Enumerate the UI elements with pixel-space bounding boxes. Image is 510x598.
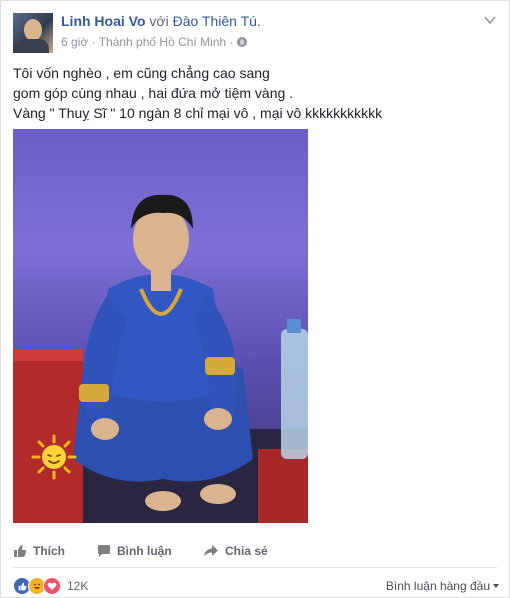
- post-card: Linh Hoai Vo với Đào Thiên Tú. 6 giờ · T…: [0, 0, 510, 598]
- comment-button[interactable]: Bình luận: [97, 537, 172, 565]
- post-header: Linh Hoai Vo với Đào Thiên Tú.: [61, 13, 261, 29]
- reactions-summary[interactable]: 12K: [13, 577, 88, 595]
- red-stool-right: [258, 449, 308, 523]
- action-divider: [13, 567, 497, 568]
- share-label: Chia sẻ: [225, 544, 268, 558]
- author-name[interactable]: Linh Hoai Vo: [61, 13, 146, 29]
- share-button[interactable]: Chia sẻ: [203, 537, 268, 565]
- share-arrow-icon: [204, 545, 218, 557]
- chevron-down-icon[interactable]: [483, 13, 497, 27]
- author-avatar[interactable]: [13, 13, 53, 53]
- comment-label: Bình luận: [117, 544, 172, 558]
- meta-separator: ·: [91, 35, 96, 49]
- water-bottle: [281, 329, 308, 459]
- post-meta: 6 giờ · Thành phố Hồ Chí Minh ·: [61, 35, 247, 49]
- avatar-face: [24, 19, 42, 41]
- sort-label: Bình luận hàng đầu: [385, 579, 490, 593]
- post-text: Tôi vốn nghèo , em cũng chẳng cao sang g…: [13, 63, 493, 123]
- gold-bracelet-right: [205, 357, 235, 375]
- post-time[interactable]: 6 giờ: [61, 35, 88, 49]
- post-text-line: Vàng " Thuỵ Sĩ " 10 ngàn 8 chỉ mại vô , …: [13, 105, 383, 121]
- avatar-body: [17, 39, 49, 53]
- reaction-count[interactable]: 12K: [67, 579, 88, 593]
- love-icon: [43, 577, 61, 595]
- tagged-person[interactable]: Đào Thiên Tú.: [173, 13, 261, 29]
- thumbs-up-icon: [14, 545, 27, 557]
- post-text-line: gom góp cùng nhau , hai đứa mở tiệm vàng…: [13, 85, 294, 101]
- post-text-line: Tôi vốn nghèo , em cũng chẳng cao sang: [13, 65, 270, 81]
- gold-bracelet-left: [79, 384, 109, 402]
- like-button[interactable]: Thích: [13, 537, 65, 565]
- person-hand-right: [204, 408, 232, 430]
- comment-icon: [98, 545, 110, 557]
- like-label: Thích: [33, 544, 65, 558]
- sun-emoji-icon: [31, 434, 77, 480]
- action-bar: Thích Bình luận Chia sẻ: [13, 537, 497, 565]
- post-location[interactable]: Thành phố Hồ Chí Minh: [99, 35, 226, 49]
- comment-sort-dropdown[interactable]: Bình luận hàng đầu: [386, 579, 499, 593]
- caret-down-icon: [493, 584, 499, 588]
- person-hand-left: [91, 418, 119, 440]
- person-foot-left: [145, 491, 181, 511]
- person-foot-right: [200, 484, 236, 504]
- globe-icon[interactable]: [236, 37, 247, 47]
- with-word: với: [149, 13, 169, 29]
- meta-separator-2: ·: [229, 35, 234, 49]
